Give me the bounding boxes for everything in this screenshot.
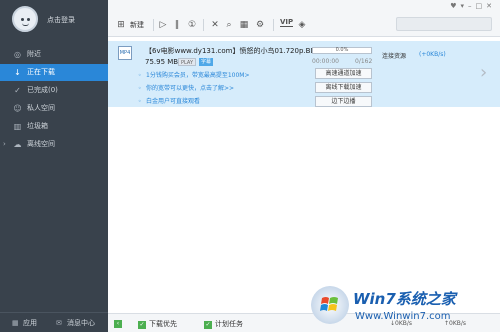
offline-download-button[interactable]: 离线下载加速 (315, 82, 372, 93)
sidebar-item-label: 已完成(0) (27, 86, 58, 94)
task-status: 连接资源 (382, 53, 407, 60)
delete-icon[interactable]: ✕ (209, 18, 221, 32)
new-task-button[interactable]: 新建 (130, 20, 144, 30)
member-upsell-text: 1分钱购买会员，带宽最高提至100M> (146, 72, 250, 79)
download-list: MP4 【6v电影www.dy131.com】愤怒的小鸟01.720p.BD高清… (108, 37, 500, 313)
task-size: 75.95 MB (145, 58, 179, 66)
sidebar-item-trash[interactable]: ▥ 垃圾箱 (0, 118, 108, 135)
subtitle-badge[interactable]: 字幕 (199, 58, 214, 66)
task-title: 【6v电影www.dy131.com】愤怒的小鸟01.720p.BD高清... (145, 47, 337, 55)
apps-button[interactable]: ▦ 应用 (12, 318, 37, 328)
scheduled-task-label: 计划任务 (215, 320, 243, 328)
sidebar-item-nearby[interactable]: ◎ 附近 (0, 46, 108, 63)
settings-icon[interactable]: ⚙ (254, 18, 266, 32)
progress-bar: 0.0% (312, 47, 372, 54)
play-icon[interactable]: ▷ (158, 18, 168, 32)
watermark-url: Www.Winwin7.com (355, 311, 451, 322)
avatar-eye-icon (21, 18, 24, 21)
chevron-right-icon[interactable]: › (480, 62, 487, 83)
close-icon[interactable]: ✕ (486, 2, 496, 10)
watermark: Win7系统之家 Www.Winwin7.com (305, 282, 500, 332)
search-input[interactable] (396, 17, 492, 31)
priority-icon[interactable]: ① (186, 18, 198, 32)
remaining-time: 00:00:00 (312, 58, 339, 65)
download-icon: ↓ (14, 68, 21, 77)
info-circle-icon: ◦ (138, 85, 142, 92)
location-icon: ◎ (14, 50, 21, 59)
vip-button[interactable]: VIP (280, 18, 294, 27)
check-icon: ✓ (138, 321, 146, 329)
apps-grid-icon: ▦ (12, 319, 19, 327)
play-while-download-button[interactable]: 边下边播 (315, 96, 372, 107)
apps-label: 应用 (23, 319, 37, 327)
windows-logo-icon (311, 286, 349, 324)
download-priority-toggle[interactable]: ✓ 下载优先 (138, 319, 177, 329)
task-row[interactable]: MP4 【6v电影www.dy131.com】愤怒的小鸟01.720p.BD高清… (108, 41, 500, 107)
skin-palette-icon[interactable]: ◈ (296, 18, 308, 32)
toolbar-divider (273, 19, 274, 31)
info-circle-icon: ◦ (138, 98, 142, 105)
avatar-eye-icon (27, 18, 30, 21)
avatar-mouth-icon (22, 23, 29, 26)
play-badge[interactable]: PLAY (178, 58, 197, 66)
platinum-tip-text: 白金用户可直接观看 (146, 98, 201, 105)
toolbar: ♥▾–□✕ ⊞ 新建 ▷ ‖ ① ✕ ⌕ ▦ ⚙ VIP ◈ (108, 0, 500, 37)
trash-icon: ▥ (13, 122, 22, 131)
maximize-icon[interactable]: □ (476, 2, 487, 10)
watermark-brand: Win7系统之家 (353, 290, 456, 308)
scheduled-task-toggle[interactable]: ✓ 计划任务 (204, 319, 243, 329)
bandwidth-tip-text: 你的宽带可以更快，点击了解>> (146, 85, 235, 92)
progress-percent: 0.0% (335, 47, 349, 53)
sidebar-item-downloading[interactable]: ↓ 正在下载 (0, 64, 108, 81)
minimize-icon[interactable]: – (468, 2, 476, 10)
message-center-button[interactable]: ✉ 消息中心 (56, 318, 95, 328)
grid-view-icon[interactable]: ▦ (238, 18, 250, 32)
login-link[interactable]: 点击登录 (47, 15, 75, 25)
new-task-icon[interactable]: ⊞ (115, 18, 127, 32)
chevron-right-icon[interactable]: › (3, 136, 6, 153)
back-arrow-icon: ‹ (114, 320, 122, 328)
avatar[interactable] (12, 6, 38, 32)
member-upsell-link[interactable]: ◦ 1分钱购买会员，带宽最高提至100M> (138, 70, 249, 79)
message-center-label: 消息中心 (67, 319, 95, 327)
download-priority-label: 下载优先 (149, 320, 177, 328)
sidebar-item-label: 垃圾箱 (27, 122, 48, 130)
sidebar-item-label: 正在下载 (27, 68, 55, 76)
open-folder-icon[interactable]: ⌕ (223, 18, 235, 32)
high-speed-channel-button[interactable]: 高速通道加速 (315, 68, 372, 79)
check-circle-icon: ✓ (14, 86, 21, 95)
person-icon: ☺ (13, 104, 22, 113)
toolbar-divider (153, 19, 154, 31)
collapse-icon[interactable]: ‹ (114, 319, 125, 328)
window-controls: ♥▾–□✕ (450, 2, 496, 10)
sidebar-nav: ◎ 附近 ↓ 正在下载 ✓ 已完成(0) ☺ 私人空间 ▥ 垃圾箱 › ☁ 离线… (0, 46, 108, 154)
bandwidth-tip-link[interactable]: ◦ 你的宽带可以更快，点击了解>> (138, 83, 234, 92)
sidebar-item-offline-space[interactable]: › ☁ 离线空间 (0, 136, 108, 153)
sidebar-item-label: 私人空间 (27, 104, 55, 112)
pause-icon[interactable]: ‖ (172, 18, 182, 32)
sidebar-item-completed[interactable]: ✓ 已完成(0) (0, 82, 108, 99)
sidebar-footer: ▦ 应用 ✉ 消息中心 (0, 312, 108, 332)
video-file-icon: MP4 (118, 46, 132, 60)
skin-icon[interactable]: ▾ (460, 2, 468, 10)
toolbar-divider (203, 19, 204, 31)
parts-count: 0/162 (355, 58, 373, 65)
notification-icon[interactable]: ♥ (450, 2, 460, 10)
check-icon: ✓ (204, 321, 212, 329)
sidebar-item-label: 离线空间 (27, 140, 55, 148)
message-icon: ✉ (56, 319, 62, 327)
cloud-icon: ☁ (13, 140, 22, 149)
sidebar: 点击登录 ◎ 附近 ↓ 正在下载 ✓ 已完成(0) ☺ 私人空间 ▥ 垃圾箱 ›… (0, 0, 108, 332)
sidebar-item-private-space[interactable]: ☺ 私人空间 (0, 100, 108, 117)
sidebar-item-label: 附近 (27, 50, 41, 58)
platinum-tip-link[interactable]: ◦ 白金用户可直接观看 (138, 96, 200, 105)
task-speed: (+0KB/s) (419, 51, 446, 58)
info-circle-icon: ◦ (138, 72, 142, 79)
